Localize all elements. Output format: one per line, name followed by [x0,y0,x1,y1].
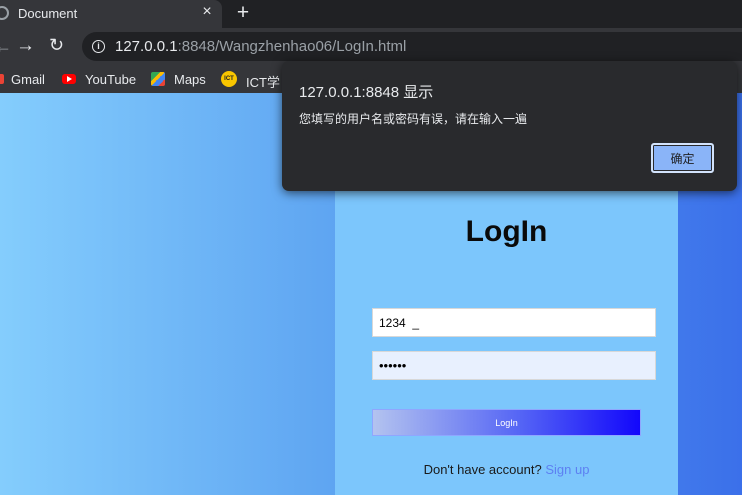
tab-title: Document [18,6,78,21]
signup-prompt: Don't have account? Sign up [335,462,678,477]
username-input[interactable] [372,308,656,337]
back-arrow-icon[interactable]: ← [0,36,12,56]
browser-tab[interactable]: Document × [0,0,222,28]
signup-link[interactable]: Sign up [545,462,589,477]
forward-arrow-icon[interactable]: → [16,36,35,56]
bookmark-ict[interactable]: ICT学 [246,72,280,91]
info-icon[interactable]: i [92,40,105,53]
alert-message: 您填写的用户名或密码有误，请在输入一遍 [299,112,528,126]
bookmark-gmail[interactable]: Gmail [11,72,45,87]
bookmark-maps[interactable]: Maps [174,72,206,87]
browser-toolbar: ← → ↻ i 127.0.0.1:8848/Wangzhenhao06/Log… [0,28,742,65]
youtube-icon [62,74,76,84]
maps-icon [151,72,165,86]
alert-dialog: 127.0.0.1:8848 显示 您填写的用户名或密码有误，请在输入一遍 确定 [282,61,737,191]
alert-title: 127.0.0.1:8848 显示 [299,84,434,101]
signup-text: Don't have account? [423,462,542,477]
tab-strip: Document × + [0,0,742,28]
ok-button[interactable]: 确定 [651,143,714,173]
login-button[interactable]: LogIn [372,409,641,436]
password-input[interactable] [372,351,656,380]
reload-icon[interactable]: ↻ [49,35,64,55]
gmail-icon [0,74,4,84]
ict-icon: ICT [221,71,237,87]
address-bar[interactable]: i 127.0.0.1:8848/Wangzhenhao06/LogIn.htm… [82,32,742,61]
new-tab-button[interactable]: + [232,1,254,25]
page-title: LogIn [465,215,548,248]
url-host: 127.0.0.1 [115,38,178,55]
globe-icon [0,6,9,20]
close-tab-icon[interactable]: × [198,3,216,21]
bookmark-youtube[interactable]: YouTube [85,72,136,87]
url-path: :8848/Wangzhenhao06/LogIn.html [177,38,407,55]
url-text[interactable]: 127.0.0.1:8848/Wangzhenhao06/LogIn.html [115,38,406,55]
